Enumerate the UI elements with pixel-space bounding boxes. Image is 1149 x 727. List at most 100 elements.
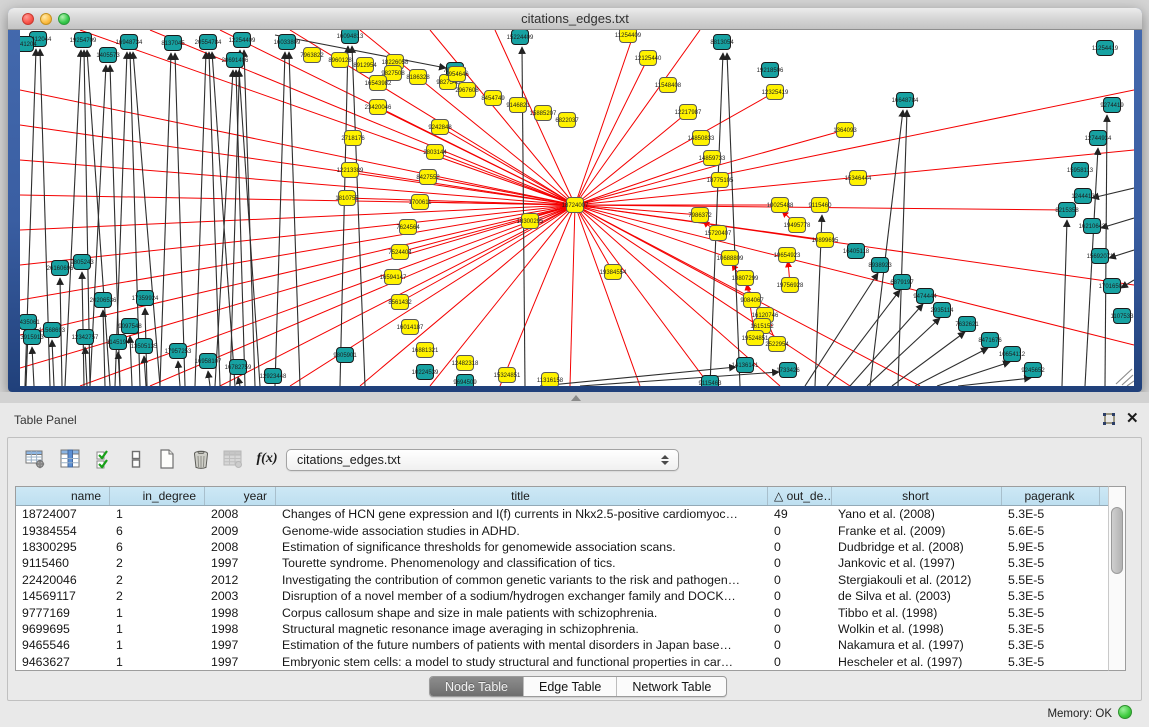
graph-node[interactable]: 7624564: [396, 220, 420, 235]
graph-edge[interactable]: [195, 52, 206, 386]
graph-edge[interactable]: [1116, 369, 1132, 384]
table-select-dropdown[interactable]: citations_edges.txt: [286, 449, 679, 471]
graph-edge[interactable]: [898, 110, 907, 386]
graph-node[interactable]: 8561432: [388, 295, 412, 310]
vertical-scrollbar[interactable]: [1108, 486, 1126, 671]
graph-edge[interactable]: [440, 127, 575, 205]
graph-node[interactable]: 16033809: [274, 35, 301, 50]
graph-edge[interactable]: [175, 53, 185, 386]
table-row[interactable]: 946362711997Embryonic stem cells: a mode…: [16, 654, 1108, 670]
graph-node[interactable]: 12213389: [337, 163, 364, 178]
table-row[interactable]: 911546021997Tourette syndrome. Phenomeno…: [16, 555, 1108, 571]
graph-edge[interactable]: [430, 30, 575, 205]
graph-node[interactable]: 9274419: [1100, 98, 1124, 113]
graph-node[interactable]: 2803144: [423, 145, 447, 160]
graph-node[interactable]: 15885207: [530, 106, 557, 121]
graph-node[interactable]: 15224409: [507, 30, 534, 45]
graph-node[interactable]: 20554784: [195, 35, 222, 50]
graph-node[interactable]: 19218506: [757, 63, 784, 78]
graph-node[interactable]: 12482318: [452, 356, 479, 371]
graph-node[interactable]: 6879197: [890, 275, 914, 290]
table-row[interactable]: 946554611997Estimation of the future num…: [16, 637, 1108, 653]
table-column-button[interactable]: [57, 446, 83, 472]
graph-node[interactable]: 11548408: [655, 78, 682, 93]
graph-node[interactable]: 1700611: [409, 195, 433, 210]
graph-edge[interactable]: [239, 70, 260, 386]
column-checks-button[interactable]: [92, 446, 118, 472]
graph-node[interactable]: 16014187: [397, 320, 424, 335]
graph-edge[interactable]: [430, 205, 575, 386]
table-row[interactable]: 2242004622012Investigating the contribut…: [16, 572, 1108, 588]
graph-node[interactable]: 17957253: [165, 344, 192, 359]
graph-node[interactable]: 16210643: [1079, 219, 1106, 234]
column-header-short[interactable]: short: [832, 487, 1002, 505]
graph-node[interactable]: 12217987: [675, 105, 702, 120]
new-column-button[interactable]: [154, 446, 180, 472]
graph-edge[interactable]: [85, 347, 87, 386]
graph-node[interactable]: 1435061: [20, 315, 40, 330]
graph-edge[interactable]: [575, 205, 640, 386]
graph-node[interactable]: 7986372: [688, 208, 712, 223]
graph-edge[interactable]: [20, 160, 575, 205]
graph-node[interactable]: 9115463: [699, 376, 723, 387]
function-builder-button[interactable]: f(x): [254, 446, 280, 472]
graph-node[interactable]: 18775105: [707, 173, 734, 188]
graph-node[interactable]: 1107533: [1111, 309, 1134, 324]
tab-network-table[interactable]: Network Table: [617, 677, 726, 696]
graph-edge[interactable]: [937, 362, 1010, 386]
graph-edge[interactable]: [103, 310, 105, 386]
rows-button[interactable]: [123, 446, 149, 472]
graph-edge[interactable]: [1092, 188, 1134, 198]
graph-edge[interactable]: [350, 170, 575, 205]
tab-edge-table[interactable]: Edge Table: [524, 677, 617, 696]
graph-node[interactable]: 9245652: [1021, 363, 1045, 378]
graph-edge[interactable]: [710, 53, 723, 386]
graph-edge[interactable]: [32, 347, 34, 386]
graph-node[interactable]: 11254409: [615, 30, 642, 43]
graph-edge[interactable]: [867, 318, 940, 386]
column-header-title[interactable]: title: [276, 487, 768, 505]
graph-node[interactable]: 1954646: [445, 67, 469, 82]
graph-node[interactable]: 19756928: [777, 278, 804, 293]
column-header-out_de[interactable]: △ out_de…: [768, 487, 832, 505]
graph-node[interactable]: 11254419: [1092, 41, 1119, 56]
window-titlebar[interactable]: citations_edges.txt: [8, 8, 1142, 30]
graph-node[interactable]: 2522954: [765, 337, 789, 352]
graph-edge[interactable]: [915, 348, 988, 386]
graph-node[interactable]: 13505135: [131, 339, 158, 354]
graph-edge[interactable]: [958, 378, 1031, 386]
graph-node[interactable]: 19384554: [600, 265, 627, 280]
graph-edge[interactable]: [244, 50, 255, 386]
graph-edge[interactable]: [575, 205, 1134, 345]
delete-column-button[interactable]: [188, 446, 214, 472]
graph-node[interactable]: 10224539: [412, 365, 439, 380]
graph-node[interactable]: 7524404: [388, 245, 412, 260]
memory-status-icon[interactable]: [1118, 705, 1132, 719]
column-header-year[interactable]: year: [205, 487, 276, 505]
graph-node[interactable]: 11316158: [537, 373, 564, 387]
table-row[interactable]: 1938455462009Genome-wide association stu…: [16, 522, 1108, 538]
column-header-pagerank[interactable]: pagerank: [1002, 487, 1100, 505]
graph-edge[interactable]: [20, 205, 575, 230]
graph-node[interactable]: 16594147: [380, 270, 407, 285]
graph-node[interactable]: 10688809: [717, 251, 744, 266]
graph-node[interactable]: 8186328: [406, 70, 430, 85]
graph-node[interactable]: 10654112: [999, 347, 1026, 362]
graph-node[interactable]: 16648784: [892, 93, 919, 108]
graph-edge[interactable]: [892, 332, 965, 386]
graph-node[interactable]: 8137045: [161, 36, 185, 51]
graph-node[interactable]: 8454749: [481, 91, 505, 106]
tab-node-table[interactable]: Node Table: [430, 677, 524, 696]
graph-edge[interactable]: [130, 52, 140, 386]
panel-splitter[interactable]: [0, 392, 1149, 403]
graph-node[interactable]: 9242848: [428, 120, 452, 135]
graph-node[interactable]: 1733426: [776, 363, 800, 378]
graph-node[interactable]: 19495778: [784, 218, 811, 233]
graph-edge[interactable]: [727, 53, 740, 386]
graph-edge[interactable]: [133, 52, 160, 386]
graph-node[interactable]: 9474444: [913, 289, 937, 304]
column-header-in_degree[interactable]: in_degree: [110, 487, 205, 505]
graph-node[interactable]: 15692071: [1087, 249, 1114, 264]
graph-edge[interactable]: [575, 205, 710, 386]
network-canvas[interactable]: 1641204419254709169487348137045205547841…: [20, 30, 1134, 386]
